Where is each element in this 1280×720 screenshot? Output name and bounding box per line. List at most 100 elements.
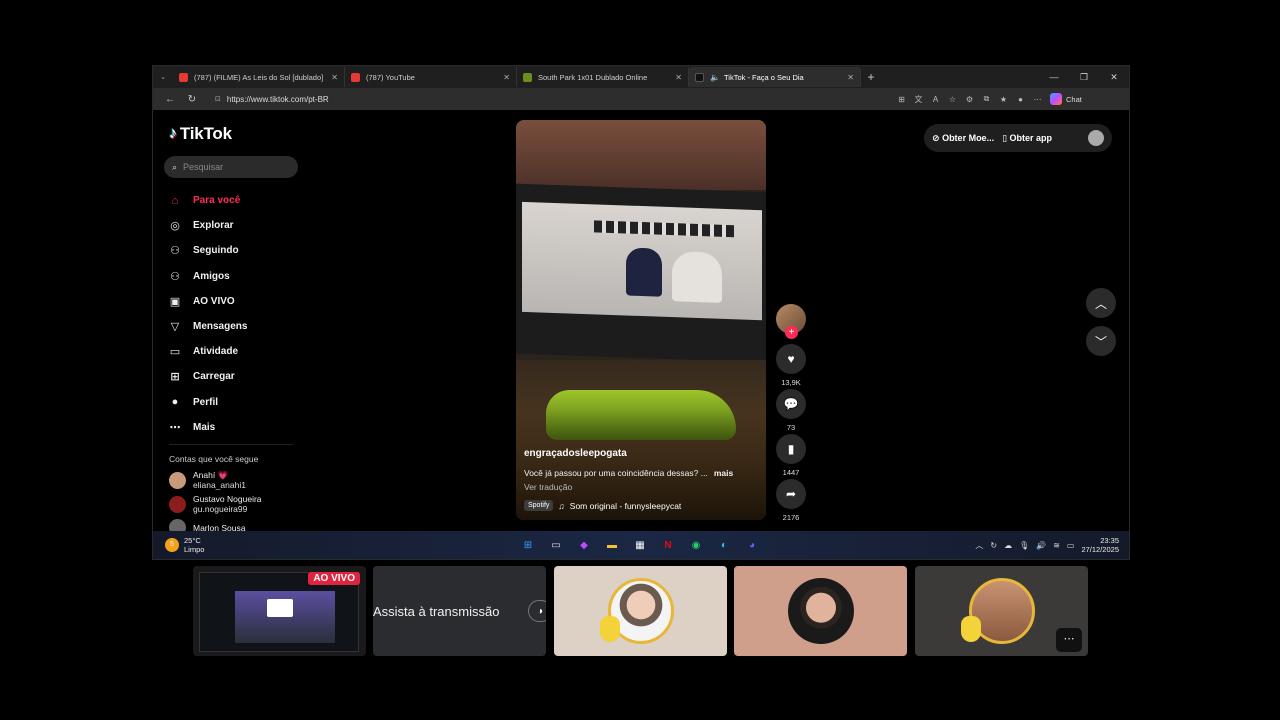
- watch-stream-label[interactable]: Assista à transmissão: [373, 566, 546, 656]
- tab-title: (787) (FILME) As Leis do Sol [dublado]: [194, 72, 324, 82]
- browser-tab-bar: ⌄ (787) (FILME) As Leis do Sol [dublado]…: [153, 66, 1129, 88]
- translate-icon[interactable]: 文: [910, 94, 927, 105]
- video-frame-banner: [594, 220, 734, 238]
- get-app-button[interactable]: ▯ Obter app: [1002, 133, 1052, 144]
- sidebar-item-seguindo[interactable]: ⚇ Seguindo: [167, 238, 307, 263]
- participant-tile[interactable]: ⋯: [915, 566, 1088, 656]
- spotify-badge[interactable]: Spotify: [524, 500, 554, 511]
- time: 23:35: [1100, 536, 1119, 545]
- profile-avatar-icon[interactable]: ●: [1012, 95, 1029, 104]
- back-icon[interactable]: ←: [159, 94, 181, 105]
- save-button[interactable]: ▮ 1447: [776, 434, 806, 477]
- participant-tile[interactable]: [734, 566, 907, 656]
- speaker-icon[interactable]: 🔊: [1036, 541, 1046, 550]
- stream-tile-live[interactable]: AO VIVO: [193, 566, 366, 656]
- extensions-icon[interactable]: ⚙: [961, 95, 978, 104]
- video-author[interactable]: engraçadosleepogata: [524, 448, 627, 459]
- stream-tile-watch[interactable]: Assista à transmissão ◑: [373, 566, 546, 656]
- close-icon[interactable]: ✕: [675, 73, 682, 82]
- more-options-button[interactable]: ⋯: [1056, 628, 1082, 652]
- cloud-icon[interactable]: ☁: [1004, 541, 1012, 550]
- followed-account[interactable]: Anahí 💗 eliana_anahi1: [169, 470, 246, 490]
- tab-actions-icon[interactable]: ⌄: [153, 67, 173, 87]
- participant-tile[interactable]: [554, 566, 727, 656]
- app-icon[interactable]: ⊞: [893, 95, 910, 104]
- clock[interactable]: 23:35 27/12/2025: [1081, 536, 1119, 554]
- netflix-icon[interactable]: N: [659, 538, 677, 554]
- search-input[interactable]: ⌕ Pesquisar: [164, 156, 298, 178]
- wifi-icon[interactable]: ≋: [1053, 541, 1060, 550]
- comment-button[interactable]: 💬 73: [776, 389, 806, 432]
- next-video-button[interactable]: ﹀: [1086, 326, 1116, 356]
- site-info-icon[interactable]: ⊡: [215, 95, 221, 103]
- video-player[interactable]: engraçadosleepogata Você já passou por u…: [516, 120, 766, 520]
- sound-name: Som original - funnysleepycat: [569, 500, 682, 511]
- weather-widget[interactable]: 5 25°C Limpo: [165, 536, 204, 554]
- search-placeholder: Pesquisar: [183, 162, 224, 172]
- tab-youtube[interactable]: (787) YouTube ✕: [345, 67, 517, 87]
- close-window-icon[interactable]: ✕: [1099, 66, 1129, 88]
- banana-decoration-icon: [961, 616, 981, 642]
- tiktok-logo[interactable]: ♪ TikTok: [169, 124, 232, 144]
- translate-link[interactable]: Ver tradução: [524, 482, 572, 492]
- tiktok-icon: [695, 72, 704, 82]
- sidebar-item-perfil[interactable]: ● Perfil: [167, 390, 307, 415]
- file-explorer-icon[interactable]: ▬: [603, 538, 621, 554]
- store-icon[interactable]: ▦: [631, 538, 649, 554]
- comment-icon: 💬: [776, 389, 806, 419]
- more-link[interactable]: mais: [714, 468, 733, 478]
- sidebar-item-mensagens[interactable]: ▽ Mensagens: [167, 314, 307, 339]
- followed-account[interactable]: Gustavo Nogueira gu.nogueira99: [169, 494, 262, 514]
- video-music[interactable]: Spotify ♫ Som original - funnysleepycat: [524, 500, 681, 511]
- new-tab-button[interactable]: +: [861, 70, 881, 84]
- sidebar-item-ao-vivo[interactable]: ▣ AO VIVO: [167, 289, 307, 314]
- sidebar-item-mais[interactable]: ⋯ Mais: [167, 415, 307, 440]
- whatsapp-icon[interactable]: ◉: [687, 538, 705, 554]
- refresh-icon[interactable]: ↻: [181, 94, 203, 105]
- mic-icon[interactable]: 🎙: [1019, 541, 1029, 550]
- tab-filme[interactable]: (787) (FILME) As Leis do Sol [dublado] ✕: [173, 67, 345, 87]
- like-button[interactable]: ♥ 13,9K: [776, 344, 806, 387]
- tab-tiktok[interactable]: 🔈 TikTok - Faça o Seu Dia ✕: [689, 67, 861, 87]
- copilot-chat-button[interactable]: Chat: [1050, 93, 1082, 105]
- previous-video-button[interactable]: ︿: [1086, 288, 1116, 318]
- copilot-icon[interactable]: ◆: [575, 538, 593, 554]
- sidebar-item-para-voce[interactable]: ⌂ Para você: [167, 188, 307, 213]
- favorites-icon[interactable]: ★: [995, 95, 1012, 104]
- menu-dots-icon[interactable]: ⋯: [1029, 95, 1046, 104]
- coins-button[interactable]: ⊘ Obter Moe...: [932, 133, 994, 144]
- weather-condition: Limpo: [184, 545, 205, 554]
- sidebar-item-atividade[interactable]: ▭ Atividade: [167, 339, 307, 364]
- close-icon[interactable]: ✕: [331, 73, 338, 82]
- sidebar-menu: ⌂ Para você ◎ Explorar ⚇ Seguindo ⚇ Amig…: [167, 188, 307, 440]
- task-view-icon[interactable]: ▭: [547, 538, 565, 554]
- chevron-up-icon[interactable]: ︿: [975, 540, 983, 551]
- tab-south-park[interactable]: South Park 1x01 Dublado Online ✕: [517, 67, 689, 87]
- url-field[interactable]: ⊡ https://www.tiktok.com/pt-BR: [209, 91, 889, 107]
- sidebar-item-amigos[interactable]: ⚇ Amigos: [167, 264, 307, 289]
- edge-icon[interactable]: ◐: [715, 538, 733, 554]
- sidebar-item-carregar[interactable]: ⊞ Carregar: [167, 364, 307, 389]
- youtube-icon: [179, 72, 188, 82]
- favorite-star-icon[interactable]: ☆: [944, 95, 961, 104]
- minimize-icon[interactable]: —: [1039, 66, 1069, 88]
- read-aloud-icon[interactable]: A: [927, 95, 944, 104]
- sidebar-item-explorar[interactable]: ◎ Explorar: [167, 213, 307, 238]
- shared-screen: ⌄ (787) (FILME) As Leis do Sol [dublado]…: [152, 65, 1130, 560]
- speaker-icon[interactable]: 🔈: [710, 73, 720, 82]
- close-icon[interactable]: ✕: [847, 73, 854, 82]
- restore-icon[interactable]: ❐: [1069, 66, 1099, 88]
- sync-icon[interactable]: ↻: [990, 541, 997, 550]
- watch-stream-icon[interactable]: ◑: [528, 600, 546, 622]
- close-icon[interactable]: ✕: [503, 73, 510, 82]
- windows-start-icon[interactable]: ⊞: [519, 538, 537, 554]
- profile-avatar[interactable]: [1088, 130, 1104, 146]
- discord-icon[interactable]: ◕: [743, 538, 761, 554]
- avatar: [787, 578, 854, 644]
- address-bar-actions: ⊞ 文 A ☆ ⚙ ⧉ ★ ● ⋯: [893, 94, 1046, 105]
- logo-text: TikTok: [179, 124, 232, 143]
- split-screen-icon[interactable]: ⧉: [978, 94, 995, 104]
- battery-icon[interactable]: ▭: [1067, 541, 1075, 550]
- share-button[interactable]: ➦ 2176: [776, 479, 806, 522]
- follow-plus-icon[interactable]: +: [785, 326, 798, 339]
